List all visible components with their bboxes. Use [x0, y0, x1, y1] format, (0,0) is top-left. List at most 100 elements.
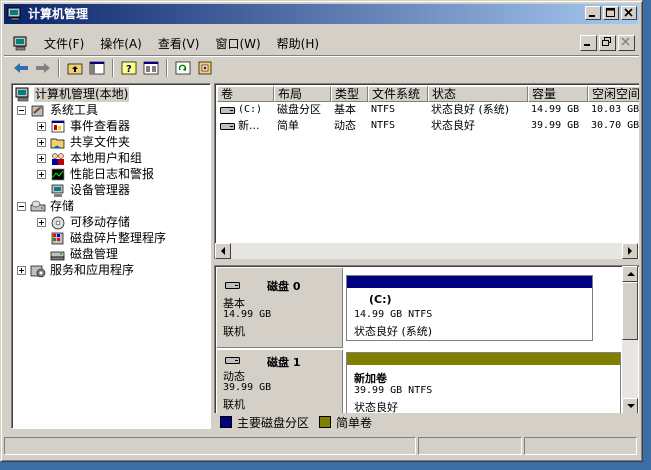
- forward-button[interactable]: [32, 58, 54, 78]
- close-button[interactable]: [621, 6, 637, 20]
- minimize-icon: [589, 15, 595, 17]
- scroll-up-button[interactable]: [622, 266, 638, 282]
- column-header-volume[interactable]: 卷: [217, 86, 274, 102]
- properties-button[interactable]: [140, 58, 162, 78]
- disk-icon: [225, 282, 240, 289]
- tree-item-perf-logs[interactable]: 性能日志和警报: [37, 166, 155, 182]
- volume-type: 基本: [334, 103, 356, 116]
- legend-label: 主要磁盘分区: [237, 415, 310, 430]
- collapse-toggle[interactable]: [17, 105, 26, 115]
- scroll-down-button[interactable]: [622, 398, 638, 414]
- disk-icon: [225, 357, 240, 364]
- tree-item-shared-folders[interactable]: 共享文件夹: [37, 134, 131, 150]
- title-bar[interactable]: 计算机管理: [4, 4, 639, 24]
- performance-icon: [51, 168, 65, 180]
- tree-item-services[interactable]: 服务和应用程序: [17, 262, 135, 278]
- volume-list-hscrollbar[interactable]: [215, 243, 638, 259]
- disk-size: 39.99 GB: [223, 382, 272, 393]
- child-close-button[interactable]: [618, 35, 635, 51]
- tree-item-disk-management[interactable]: 磁盘管理: [50, 246, 119, 262]
- partition-label: 新加卷: [354, 372, 387, 385]
- console-tree[interactable]: 计算机管理(本地) 系统工具 事件查看器 共享文件夹 本地用户和组 性能日志和警…: [11, 83, 211, 429]
- volume-layout: 简单: [277, 119, 299, 132]
- scroll-thumb[interactable]: [622, 282, 638, 340]
- legend-swatch: [220, 416, 232, 428]
- scroll-left-button[interactable]: [215, 243, 231, 259]
- status-panel-secondary: [418, 437, 522, 455]
- up-level-button[interactable]: [64, 58, 86, 78]
- tree-item-system-tools[interactable]: 系统工具: [17, 102, 99, 118]
- expand-toggle[interactable]: [37, 121, 46, 131]
- menu-action[interactable]: 操作(A): [92, 35, 150, 53]
- tree-item-root[interactable]: 计算机管理(本地): [15, 86, 130, 102]
- back-button[interactable]: [10, 58, 32, 78]
- partition-c[interactable]: (C:) 14.99 GB NTFS 状态良好 (系统): [346, 275, 593, 341]
- tree-item-storage[interactable]: 存储: [17, 198, 75, 214]
- volume-row[interactable]: (C:) 磁盘分区 基本 NTFS 状态良好 (系统) 14.99 GB 10.…: [217, 102, 639, 118]
- column-header-free-space[interactable]: 空闲空间: [588, 86, 639, 102]
- collapse-toggle[interactable]: [17, 201, 26, 211]
- console-tree-icon: [89, 61, 105, 75]
- menu-bar: 文件(F) 操作(A) 查看(V) 窗口(W) 帮助(H): [4, 34, 639, 54]
- volume-name: 新...: [238, 119, 260, 132]
- tree-item-defrag[interactable]: 磁盘碎片整理程序: [50, 230, 167, 246]
- removable-storage-icon: [51, 216, 65, 229]
- expand-toggle[interactable]: [37, 169, 46, 179]
- volume-layout: 磁盘分区: [277, 103, 321, 116]
- volume-type: 动态: [334, 119, 356, 132]
- arrow-down-icon: [627, 404, 635, 408]
- minimize-icon: [584, 44, 590, 46]
- tree-label: 磁盘碎片整理程序: [70, 230, 167, 245]
- tree-label: 事件查看器: [70, 118, 131, 133]
- tree-item-event-viewer[interactable]: 事件查看器: [37, 118, 131, 134]
- column-header-type[interactable]: 类型: [331, 86, 368, 102]
- volume-row[interactable]: 新... 简单 动态 NTFS 状态良好 39.99 GB 30.70 GB: [217, 118, 639, 134]
- volume-list[interactable]: 卷 布局 类型 文件系统 状态 容量 空闲空间 (C:) 磁盘分区 基本 NTF…: [214, 83, 639, 259]
- child-minimize-button[interactable]: [580, 35, 597, 51]
- mdi-child-icon[interactable]: [12, 36, 30, 52]
- export-list-button[interactable]: [194, 58, 216, 78]
- column-header-layout[interactable]: 布局: [274, 86, 331, 102]
- column-header-status[interactable]: 状态: [428, 86, 528, 102]
- properties-icon: [143, 61, 159, 75]
- column-header-capacity[interactable]: 容量: [528, 86, 588, 102]
- computer-management-window: 计算机管理 文件(F) 操作(A) 查看(V) 窗口(W) 帮助(H) ? 计算…: [0, 0, 643, 462]
- expand-toggle[interactable]: [37, 153, 46, 163]
- status-panel-tertiary: [524, 437, 637, 455]
- menu-help[interactable]: 帮助(H): [269, 35, 327, 53]
- computer-management-icon: [7, 7, 21, 21]
- expand-toggle[interactable]: [37, 217, 46, 227]
- disk-0-label[interactable]: 磁盘 0 基本 14.99 GB 联机: [217, 268, 343, 348]
- expand-toggle[interactable]: [17, 265, 26, 275]
- menu-view[interactable]: 查看(V): [150, 35, 208, 53]
- refresh-button[interactable]: [172, 58, 194, 78]
- help-button[interactable]: ?: [118, 58, 140, 78]
- arrow-right-icon: [628, 247, 632, 255]
- toolbar: ?: [4, 57, 639, 79]
- shared-folder-icon: [50, 138, 65, 148]
- menu-file[interactable]: 文件(F): [36, 35, 92, 53]
- arrow-left-icon: [221, 247, 225, 255]
- forward-arrow-icon: [36, 63, 50, 73]
- legend-swatch: [319, 416, 332, 428]
- tree-item-device-manager[interactable]: 设备管理器: [50, 182, 131, 198]
- partition-label: (C:): [369, 293, 392, 306]
- tree-label: 存储: [50, 198, 75, 213]
- partition-new-volume[interactable]: 新加卷 39.99 GB NTFS 状态良好: [346, 352, 621, 414]
- disk-1-label[interactable]: 磁盘 1 动态 39.99 GB 联机: [217, 350, 343, 414]
- show-hide-tree-button[interactable]: [86, 58, 108, 78]
- arrow-up-icon: [627, 272, 635, 276]
- maximize-button[interactable]: [603, 6, 619, 20]
- column-header-filesystem[interactable]: 文件系统: [368, 86, 428, 102]
- disk-map-vscrollbar[interactable]: [622, 266, 638, 414]
- disk-map[interactable]: 磁盘 0 基本 14.99 GB 联机 (C:) 14.99 GB NTFS 状…: [214, 265, 639, 415]
- tree-item-local-users[interactable]: 本地用户和组: [37, 150, 143, 166]
- menu-window[interactable]: 窗口(W): [207, 35, 268, 53]
- child-restore-button[interactable]: [599, 35, 616, 51]
- scroll-right-button[interactable]: [622, 243, 638, 259]
- expand-toggle[interactable]: [37, 137, 46, 147]
- tree-item-removable-storage[interactable]: 可移动存储: [37, 214, 131, 230]
- partition-status: 状态良好 (系统): [354, 325, 433, 338]
- minimize-button[interactable]: [585, 6, 601, 20]
- volume-capacity: 14.99 GB: [531, 104, 580, 115]
